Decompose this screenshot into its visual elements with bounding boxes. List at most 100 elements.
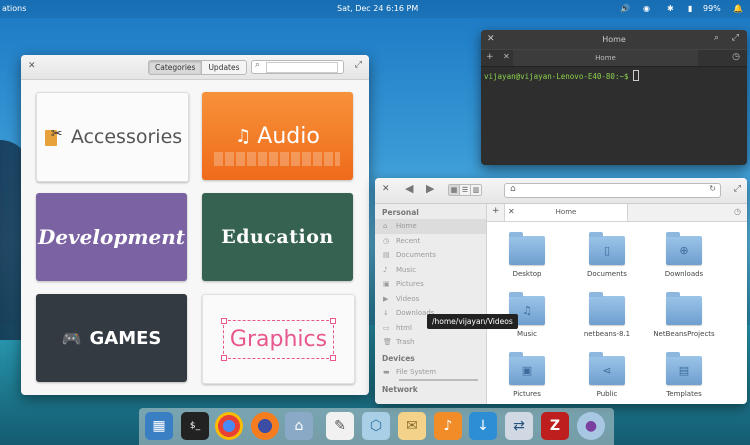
category-education[interactable]: Education xyxy=(202,193,353,281)
reload-icon[interactable]: ↻ xyxy=(709,184,716,193)
notifications-icon[interactable]: 🔔 xyxy=(733,4,743,13)
terminal-output[interactable]: vijayan@vijayan-Lenovo-E40-80:~$ xyxy=(481,67,747,84)
category-graphics[interactable]: Graphics xyxy=(202,294,355,384)
files-tab[interactable]: Home xyxy=(504,204,628,221)
sidebar-header-network: Network xyxy=(382,385,418,394)
battery-percent: 99% xyxy=(703,4,721,13)
path-bar[interactable]: ⌂ ↻ xyxy=(504,183,721,198)
bluetooth-icon[interactable]: ✱ xyxy=(667,4,674,13)
sidebar-item-trash[interactable]: 🗑 Trash xyxy=(375,335,486,350)
terminal-title: Home xyxy=(602,35,626,44)
terminal-window: ✕ Home ⌕ ⤢ + ✕ Home ◷ vijayan@vijayan-Le… xyxy=(481,30,747,165)
folder-item[interactable]: ▯ Documents xyxy=(567,232,647,278)
category-audio[interactable]: ♫ Audio xyxy=(202,92,353,180)
sidebar-item-music[interactable]: ♪ Music xyxy=(375,263,486,278)
grid-view-icon[interactable]: ▦ xyxy=(449,185,459,195)
new-tab-icon[interactable]: + xyxy=(492,206,500,216)
category-games[interactable]: 🎮 GAMES xyxy=(36,294,187,382)
sidebar-item-pictures[interactable]: ▣ Pictures xyxy=(375,277,486,292)
home-icon[interactable]: ⌂ xyxy=(510,184,516,194)
pidgin-icon[interactable]: ● xyxy=(577,412,605,440)
downloads-folder-icon: ⊕ xyxy=(666,232,702,265)
close-tab-icon[interactable]: ✕ xyxy=(508,207,515,216)
text-editor-icon[interactable]: ✎ xyxy=(326,412,354,440)
category-label: Audio xyxy=(257,123,320,149)
folder-label: Music xyxy=(517,330,537,338)
appcenter-window: ✕ Categories Updates ⌕ ⤢ Accessories ♫ A… xyxy=(21,55,369,395)
filezilla-icon[interactable]: Z xyxy=(541,412,569,440)
tab-label: Home xyxy=(555,208,577,216)
panel-date[interactable]: Sat, Dec 24 xyxy=(337,4,383,13)
category-label: Graphics xyxy=(229,326,328,352)
sidebar-item-label: File System xyxy=(396,367,437,376)
maximize-icon[interactable]: ⤢ xyxy=(355,60,362,70)
multitasking-view-icon[interactable]: ▦ xyxy=(145,412,173,440)
folder-item[interactable]: ⋖ Public xyxy=(567,352,647,398)
mail-icon[interactable]: ✉ xyxy=(398,412,426,440)
battery-icon[interactable]: ▮ xyxy=(688,4,692,13)
sidebar-item-filesystem[interactable]: ▬ File System xyxy=(375,365,486,380)
files-window: ✕ ◀ ▶ ▦ ☰ ▥ ⌂ ↻ ⤢ Personal ⌂ Home ◷ Recent… xyxy=(375,178,747,404)
back-arrow-icon[interactable]: ◀ xyxy=(405,182,413,195)
sidebar-item-documents[interactable]: ▤ Documents xyxy=(375,248,486,263)
sidebar-item-label: Home xyxy=(396,222,417,231)
sidebar-item-label: Music xyxy=(396,265,416,274)
folder-item[interactable]: netbeans-8.1 xyxy=(567,292,647,338)
search-field[interactable]: ⌕ xyxy=(251,60,344,74)
new-tab-icon[interactable]: + xyxy=(486,52,494,62)
column-view-icon[interactable]: ▥ xyxy=(470,185,481,195)
folder-item[interactable]: NetBeansProjects xyxy=(644,292,724,338)
category-development[interactable]: Development xyxy=(36,193,187,281)
close-tab-icon[interactable]: ✕ xyxy=(503,52,510,61)
sidebar-item-label: Trash xyxy=(396,338,415,347)
sidebar-item-videos[interactable]: ▶ Videos xyxy=(375,292,486,307)
picture-icon: ▣ xyxy=(383,280,390,289)
wifi-icon[interactable]: ◉ xyxy=(643,4,650,13)
terminal-tab[interactable]: Home xyxy=(513,50,698,66)
chrome-icon[interactable] xyxy=(215,412,243,440)
category-accessories[interactable]: Accessories xyxy=(36,92,189,182)
terminal-icon[interactable]: $_ xyxy=(181,412,209,440)
search-input[interactable] xyxy=(266,62,338,73)
close-icon[interactable]: ✕ xyxy=(382,184,390,194)
video-icon: ▶ xyxy=(383,294,389,303)
terminal-cursor xyxy=(633,70,640,81)
category-label: Education xyxy=(221,226,334,248)
files-icon[interactable]: ⌂ xyxy=(285,412,313,440)
applications-menu[interactable]: ations xyxy=(2,4,26,13)
folder-item[interactable]: ▤ Templates xyxy=(644,352,724,398)
folder-label: Downloads xyxy=(664,270,704,278)
drive-icon: ▬ xyxy=(383,367,390,376)
history-icon[interactable]: ◷ xyxy=(734,207,741,216)
downloader-icon[interactable]: ↓ xyxy=(469,412,497,440)
folder-label: NetBeansProjects xyxy=(653,330,715,338)
updates-tab[interactable]: Updates xyxy=(201,61,246,74)
appcenter-headerbar: ✕ Categories Updates ⌕ ⤢ xyxy=(21,55,369,80)
close-icon[interactable]: ✕ xyxy=(28,61,36,71)
sidebar-item-label: Recent xyxy=(396,236,421,245)
volume-icon[interactable]: 🔊 xyxy=(620,4,630,13)
top-panel: ations Sat, Dec 24 6:16 PM 🔊 ◉ ✱ ▮ 99% 🔔 xyxy=(0,0,750,18)
forward-arrow-icon[interactable]: ▶ xyxy=(426,182,434,195)
category-label: GAMES xyxy=(89,327,162,349)
virtualbox-icon[interactable]: ⬡ xyxy=(362,412,390,440)
terminal-headerbar: ✕ Home ⌕ ⤢ xyxy=(481,30,747,49)
sidebar-item-recent[interactable]: ◷ Recent xyxy=(375,234,486,249)
download-icon: ↓ xyxy=(383,309,389,318)
maximize-icon[interactable]: ⤢ xyxy=(732,33,739,43)
history-icon[interactable]: ◷ xyxy=(732,52,740,62)
firefox-icon[interactable] xyxy=(251,412,279,440)
sidebar-item-home[interactable]: ⌂ Home xyxy=(375,219,486,234)
panel-time[interactable]: 6:16 PM xyxy=(386,4,418,13)
categories-tab[interactable]: Categories xyxy=(149,61,202,74)
music-icon[interactable]: ♪ xyxy=(434,412,462,440)
maximize-icon[interactable]: ⤢ xyxy=(734,184,741,194)
list-view-icon[interactable]: ☰ xyxy=(459,185,470,195)
folder-item[interactable]: ▣ Pictures xyxy=(487,352,567,398)
search-icon[interactable]: ⌕ xyxy=(714,33,719,43)
category-label: Accessories xyxy=(70,126,183,148)
dock: ▦ $_ ⌂ ✎ ⬡ ✉ ♪ ↓ ⇄ Z ● xyxy=(139,408,614,445)
folder-item[interactable]: Desktop xyxy=(487,232,567,278)
folder-item[interactable]: ⊕ Downloads xyxy=(644,232,724,278)
network-tool-icon[interactable]: ⇄ xyxy=(505,412,533,440)
